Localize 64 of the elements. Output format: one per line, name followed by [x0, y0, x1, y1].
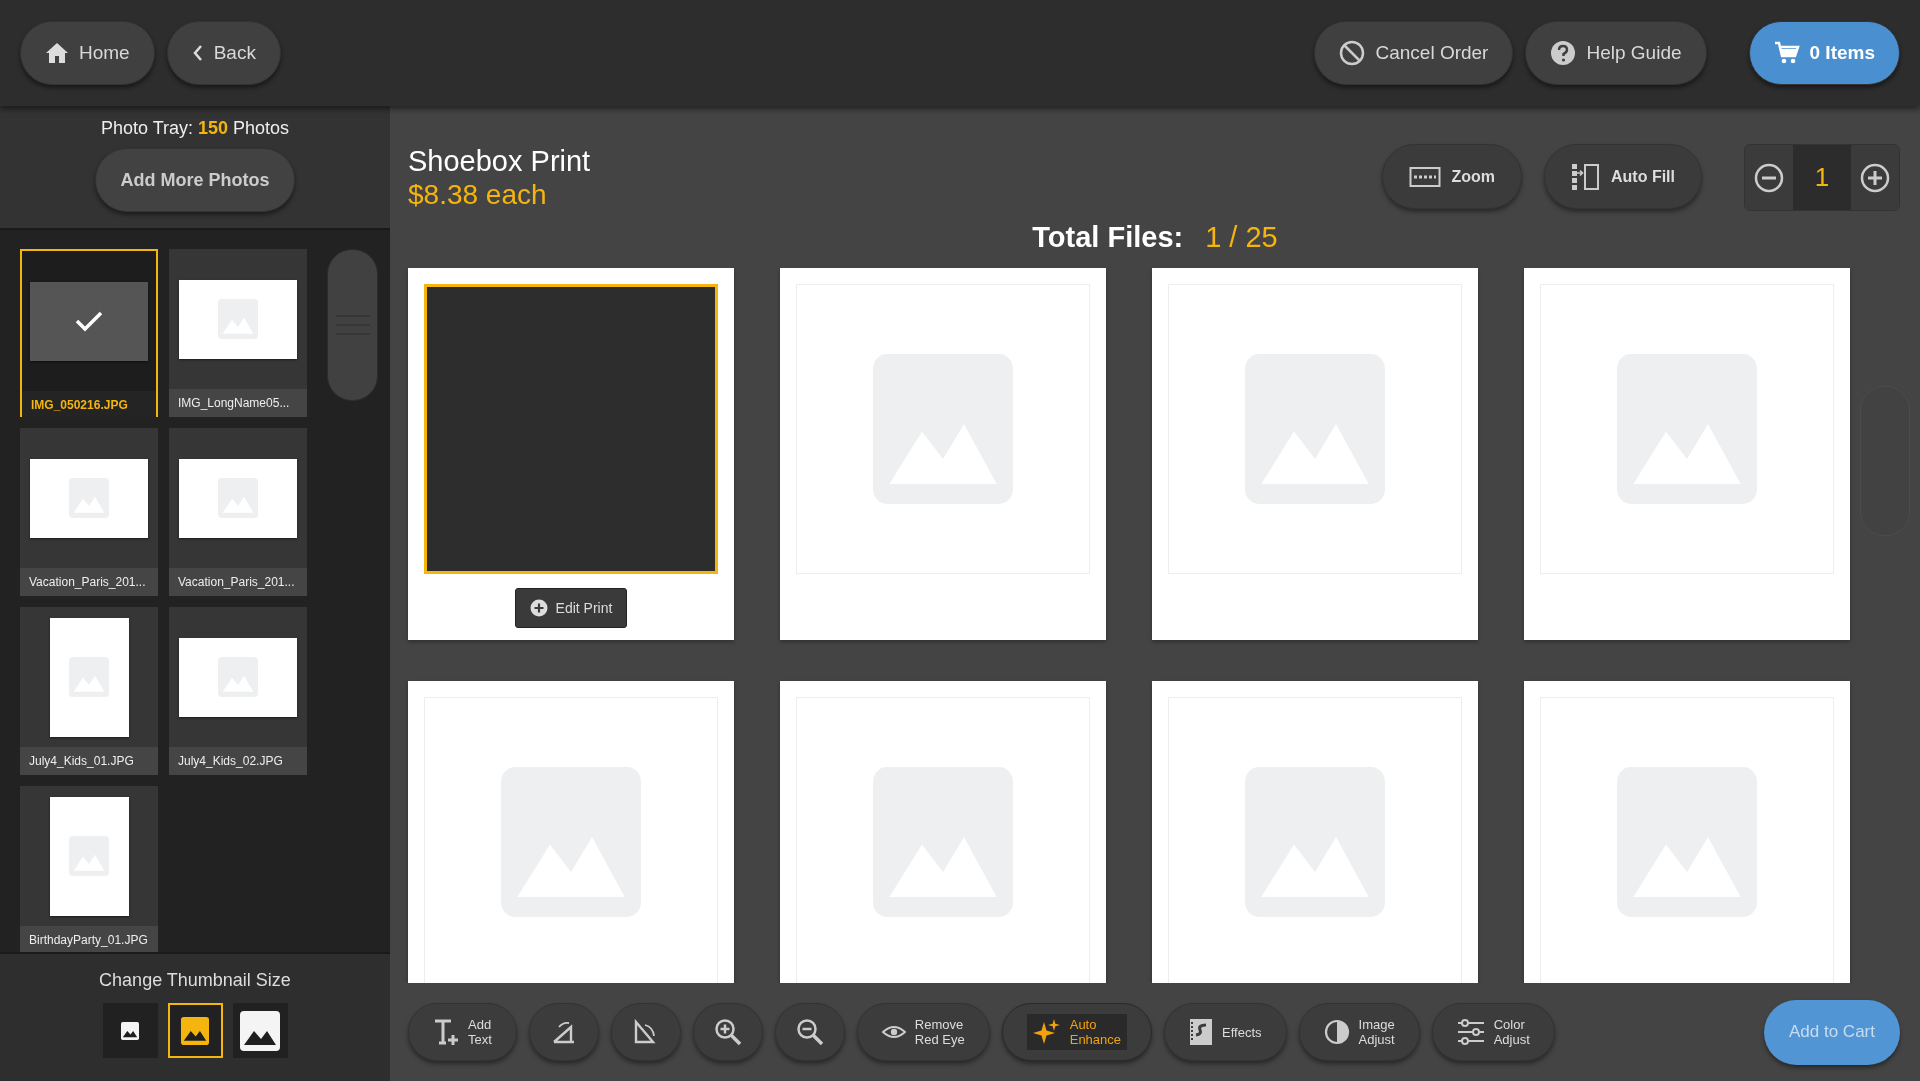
cart-icon — [1773, 40, 1800, 66]
photo-thumbnail[interactable]: Vacation_Paris_201... — [20, 428, 158, 596]
scrollbar-thumb[interactable] — [327, 249, 378, 401]
product-price: $8.38 each — [408, 178, 548, 212]
photo-count-unit: Photos — [233, 118, 290, 139]
plus-circle-icon — [529, 599, 548, 617]
photo-filename: BirthdayParty_01.JPG — [20, 926, 158, 952]
photo-tray-label: Photo Tray: — [100, 118, 193, 139]
product-title: Shoebox Print — [408, 144, 592, 178]
photo-filename: IMG_LongName05... — [169, 389, 307, 417]
help-guide-button[interactable]: Help Guide — [1525, 21, 1707, 85]
photo-thumbnail[interactable]: IMG_050216.JPG — [20, 249, 158, 417]
image-icon — [121, 1021, 139, 1040]
color-adjust-tool-button[interactable]: Color Adjust — [1431, 1003, 1555, 1061]
zoom-button[interactable]: Zoom — [1382, 144, 1522, 209]
photo-thumbnail[interactable]: IMG_LongName05... — [169, 249, 307, 417]
ruler-icon — [1409, 165, 1442, 188]
photo-thumbnail[interactable]: Vacation_Paris_201... — [169, 428, 307, 596]
zoom-out-tool-button[interactable] — [774, 1003, 845, 1061]
effects-tool-button[interactable]: Effects — [1164, 1003, 1287, 1061]
photo-thumbnail[interactable]: July4_Kids_01.JPG — [20, 607, 158, 775]
edit-print-button[interactable]: Edit Print — [514, 588, 628, 628]
photo-filename: July4_Kids_02.JPG — [169, 747, 307, 775]
thumbnail-size-option[interactable] — [167, 1003, 223, 1058]
film-frame-icon — [1189, 1018, 1214, 1046]
zoom-out-icon — [795, 1018, 824, 1046]
sliders-icon — [1456, 1018, 1485, 1046]
thumbnail-size-label: Change Thumbnail Size — [99, 970, 291, 991]
back-button[interactable]: Back — [166, 21, 281, 85]
contrast-icon — [1323, 1019, 1350, 1045]
image-icon — [238, 1010, 282, 1051]
auto-fill-button[interactable]: Auto Fill — [1544, 144, 1702, 209]
photo-filename: Vacation_Paris_201... — [20, 568, 158, 596]
prohibited-icon — [1339, 40, 1366, 66]
total-files-label: Total Files: — [1032, 221, 1184, 254]
home-button[interactable]: Home — [20, 21, 155, 85]
chevron-left-icon — [191, 44, 204, 62]
text-add-icon — [433, 1018, 459, 1046]
photo-count: 150 — [198, 118, 229, 139]
zoom-in-tool-button[interactable] — [692, 1003, 763, 1061]
rotate-right-tool-button[interactable] — [610, 1003, 681, 1061]
total-files-count: 1 / 25 — [1205, 221, 1278, 254]
image-icon — [181, 1016, 209, 1045]
photo-filename: July4_Kids_01.JPG — [20, 747, 158, 775]
zoom-in-icon — [713, 1018, 742, 1046]
photo-thumbnail[interactable]: BirthdayParty_01.JPG — [20, 786, 158, 952]
thumbnail-size-option[interactable] — [102, 1003, 158, 1058]
photo-filename: Vacation_Paris_201... — [169, 568, 307, 596]
print-card[interactable]: Edit Print — [408, 268, 734, 640]
add-text-tool-button[interactable]: Add Text — [408, 1003, 517, 1061]
photo-thumbnail[interactable]: July4_Kids_02.JPG — [169, 607, 307, 775]
image-adjust-tool-button[interactable]: Image Adjust — [1298, 1003, 1420, 1061]
photo-filename: IMG_050216.JPG — [22, 391, 156, 419]
add-more-photos-button[interactable]: Add More Photos — [95, 148, 295, 212]
home-icon — [45, 42, 69, 64]
thumbnail-size-option[interactable] — [232, 1003, 288, 1058]
help-icon — [1550, 40, 1577, 66]
eye-icon — [881, 1024, 906, 1040]
fill-columns-icon — [1571, 162, 1601, 191]
remove-eye-effect-button[interactable]: Remove Red Eye — [856, 1003, 990, 1061]
enhance-tool-button[interactable]: Auto Enhance — [1001, 1003, 1153, 1061]
rotate-left-tool-button[interactable] — [528, 1003, 599, 1061]
checkmark-icon — [75, 310, 103, 332]
cancel-order-button[interactable]: Cancel Order — [1314, 21, 1514, 85]
